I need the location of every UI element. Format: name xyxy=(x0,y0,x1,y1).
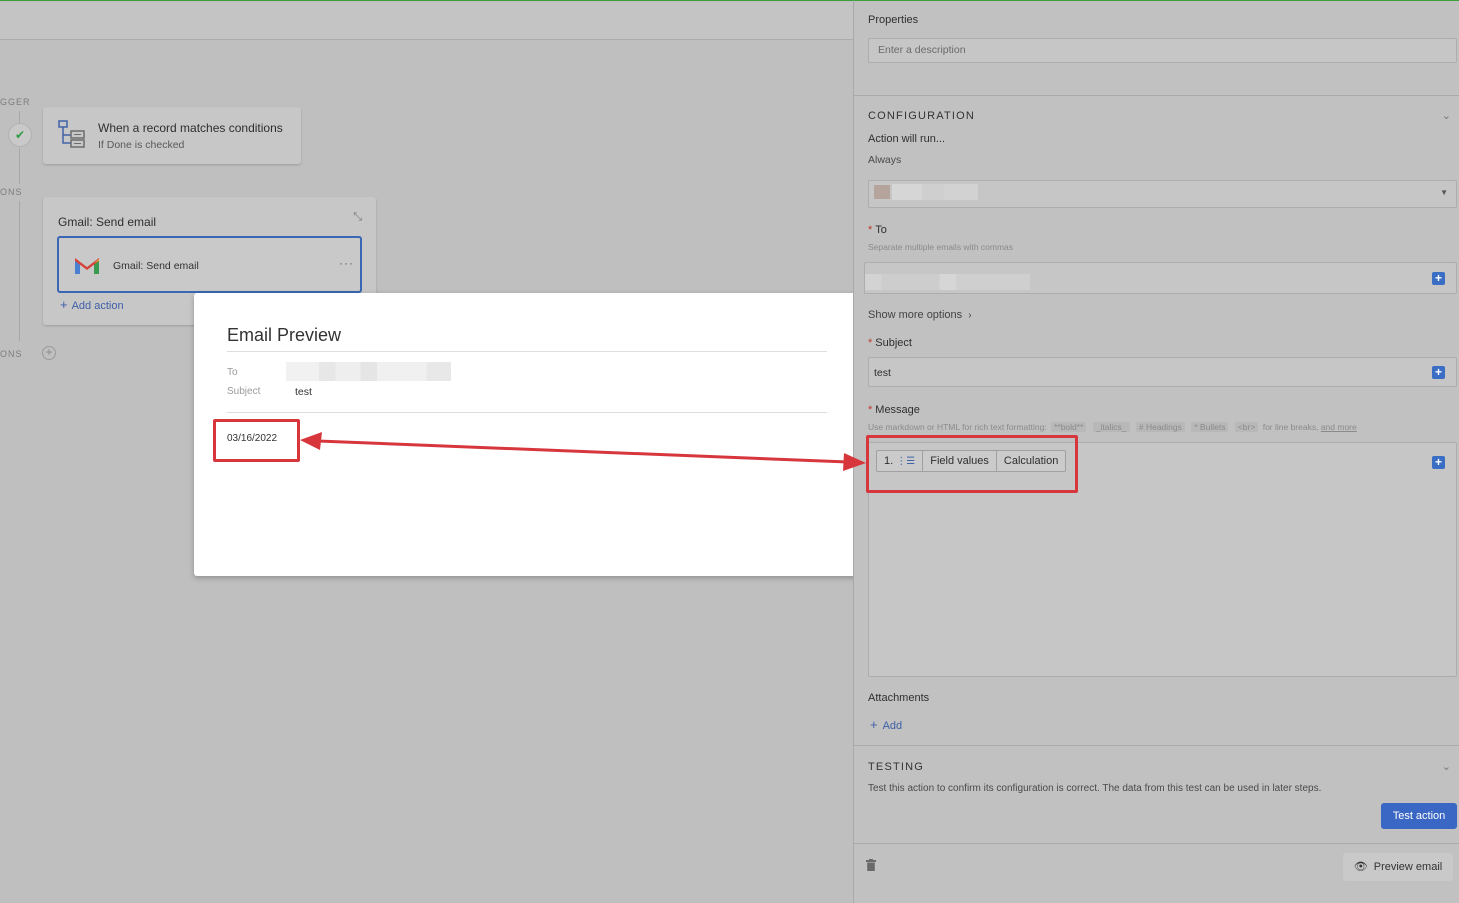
action-group-title: Gmail: Send email xyxy=(58,215,157,229)
properties-title: Properties xyxy=(868,14,919,26)
message-hint: Use markdown or HTML for rich text forma… xyxy=(868,422,1357,432)
configuration-heading: CONFIGURATION xyxy=(868,110,976,122)
gmail-step-label: Gmail: Send email xyxy=(113,260,199,272)
insert-field-plus-icon[interactable]: + xyxy=(1432,366,1445,379)
check-icon: ✔ xyxy=(8,123,32,147)
plus-icon: + xyxy=(60,297,68,312)
description-input[interactable]: Enter a description xyxy=(868,38,1457,63)
gmail-send-email-step[interactable]: Gmail: Send email ··· xyxy=(57,236,362,293)
testing-heading: TESTING xyxy=(868,761,925,773)
connector-line xyxy=(19,201,20,341)
insert-field-plus-icon[interactable]: + xyxy=(1432,272,1445,285)
redacted-recipient xyxy=(286,362,451,381)
redacted-recipient xyxy=(865,274,1030,290)
modal-subject-label: Subject xyxy=(227,386,261,397)
plus-icon: + xyxy=(870,717,878,732)
modal-subject-value: test xyxy=(295,386,312,398)
message-label: * Message xyxy=(868,404,920,416)
run-condition-text: Always xyxy=(868,154,902,166)
to-input[interactable]: + xyxy=(864,262,1457,294)
divider xyxy=(227,351,827,352)
more-options-icon[interactable]: ··· xyxy=(339,256,354,270)
connector-line xyxy=(19,111,20,123)
collapse-icon[interactable]: ⤡ xyxy=(353,211,362,224)
date-highlight-box xyxy=(213,419,300,462)
subject-label: * Subject xyxy=(868,337,912,349)
eye-icon: 👁 xyxy=(1353,861,1368,873)
trigger-subtitle: If Done is checked xyxy=(98,139,185,151)
gmail-icon xyxy=(75,258,99,274)
side-label-actions: ONS xyxy=(0,187,23,197)
dropdown-caret-icon: ▼ xyxy=(1440,188,1448,197)
hierarchy-conditions-icon xyxy=(58,120,85,148)
connector-line xyxy=(19,148,20,184)
redacted-account xyxy=(892,184,978,200)
side-label-trigger: GGER xyxy=(0,97,31,107)
description-placeholder: Enter a description xyxy=(878,44,966,56)
divider xyxy=(854,95,1459,96)
add-circle-icon[interactable]: + xyxy=(42,346,56,360)
insert-field-plus-icon[interactable]: + xyxy=(1432,456,1445,469)
chevron-down-icon[interactable]: ⌄ xyxy=(1442,109,1451,122)
account-select[interactable]: ▼ xyxy=(868,180,1457,208)
preview-email-button[interactable]: 👁 Preview email xyxy=(1343,853,1453,881)
token-highlight-box xyxy=(866,435,1078,493)
trigger-card[interactable]: When a record matches conditions If Done… xyxy=(43,107,301,164)
testing-description: Test this action to confirm its configur… xyxy=(868,783,1322,794)
subject-input[interactable]: test + xyxy=(868,357,1457,387)
side-label-conditions: ONS xyxy=(0,349,23,359)
modal-to-label: To xyxy=(227,367,238,378)
modal-title: Email Preview xyxy=(227,325,342,345)
to-hint: Separate multiple emails with commas xyxy=(868,242,1014,252)
divider xyxy=(854,843,1459,844)
canvas-topbar xyxy=(0,2,853,40)
divider xyxy=(227,412,827,413)
add-attachment-link[interactable]: + Add xyxy=(870,717,902,732)
add-action-link[interactable]: + Add action xyxy=(60,297,124,312)
trigger-title: When a record matches conditions xyxy=(98,121,283,135)
to-label: * To xyxy=(868,224,887,236)
divider xyxy=(854,745,1459,746)
add-action-label: Add action xyxy=(71,300,124,312)
chevron-down-icon[interactable]: ⌄ xyxy=(1442,760,1451,773)
markdown-more-link[interactable]: and more xyxy=(1321,422,1357,432)
attachments-label: Attachments xyxy=(868,692,930,704)
show-more-options-link[interactable]: Show more options › xyxy=(868,309,972,321)
trash-icon[interactable] xyxy=(866,859,876,871)
account-avatar xyxy=(874,185,890,199)
chevron-right-icon: › xyxy=(968,310,972,321)
properties-panel: Properties Enter a description CONFIGURA… xyxy=(853,0,1459,903)
subject-input-value: test xyxy=(874,367,891,379)
action-will-run-label: Action will run... xyxy=(868,133,946,145)
test-action-button[interactable]: Test action xyxy=(1381,803,1457,829)
